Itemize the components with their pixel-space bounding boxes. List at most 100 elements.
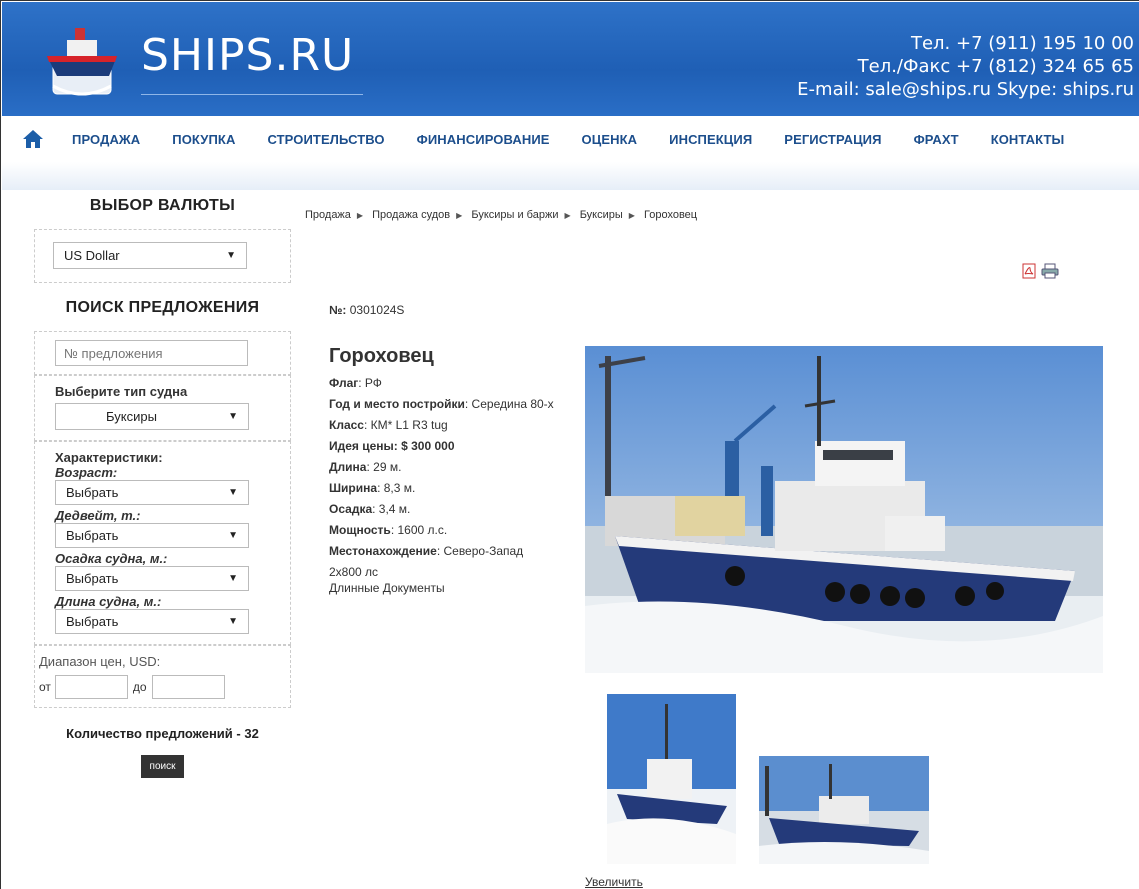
- spec-power-label: Мощность: [329, 523, 391, 537]
- sidebar: ВЫБОР ВАЛЮТЫ US Dollar ▼ ПОИСК ПРЕДЛОЖЕН…: [34, 197, 291, 778]
- spec-price-label: Идея цены: $ 300 000: [329, 439, 455, 453]
- nav-financing[interactable]: ФИНАНСИРОВАНИЕ: [417, 132, 550, 147]
- chevron-down-icon: ▼: [228, 530, 238, 541]
- currency-box: US Dollar ▼: [34, 229, 291, 283]
- length-select[interactable]: Выбрать ▼: [55, 609, 249, 634]
- spec-draft-value: : 3,4 м.: [372, 502, 411, 516]
- draft-label: Осадка судна, м.:: [55, 551, 168, 566]
- contacts-block: Тел. +7 (911) 195 10 00 Тел./Факс +7 (81…: [797, 32, 1134, 101]
- ship-type-box: Выберите тип судна Буксиры ▼: [34, 375, 291, 441]
- spec-length-label: Длина: [329, 460, 367, 474]
- nav-valuation[interactable]: ОЦЕНКА: [582, 132, 638, 147]
- logo-text[interactable]: SHIPS.RU: [141, 30, 354, 81]
- spec-length-value: : 29 м.: [366, 460, 402, 474]
- offer-count: Количество предложений - 32: [66, 726, 259, 741]
- spec-flag-label: Флаг: [329, 376, 359, 390]
- offer-number-input[interactable]: [55, 340, 248, 366]
- length-label: Длина судна, м.:: [55, 594, 162, 609]
- spec-price: Идея цены: $ 300 000: [329, 438, 561, 454]
- deadweight-value: Выбрать: [66, 528, 119, 543]
- zoom-link[interactable]: Увеличить: [585, 875, 643, 889]
- breadcrumb-tugs[interactable]: Буксиры: [580, 209, 623, 221]
- spec-width-value: : 8,3 м.: [377, 481, 416, 495]
- characteristics-label: Характеристики:: [55, 450, 163, 465]
- spec-class-label: Класс: [329, 418, 364, 432]
- breadcrumb-separator-icon: ▶: [564, 211, 571, 220]
- currency-select[interactable]: US Dollar ▼: [53, 242, 247, 269]
- spec-draft: Осадка: 3,4 м.: [329, 501, 561, 517]
- spec-built-value: : Середина 80-х: [464, 397, 554, 411]
- spec-docs: Длинные Документы: [329, 581, 445, 595]
- price-to-input[interactable]: [151, 675, 225, 699]
- spec-length: Длина: 29 м.: [329, 459, 561, 475]
- deadweight-select[interactable]: Выбрать ▼: [55, 523, 249, 548]
- chevron-down-icon: ▼: [228, 573, 238, 584]
- home-icon[interactable]: [22, 128, 44, 150]
- age-label: Возраст:: [55, 465, 118, 480]
- pdf-icon[interactable]: [1021, 263, 1037, 279]
- ship-logo-icon[interactable]: [39, 16, 125, 102]
- length-value: Выбрать: [66, 614, 119, 629]
- spec-built-label: Год и место постройки: [329, 397, 465, 411]
- deadweight-label: Дедвейт, т.:: [55, 508, 141, 523]
- doc-actions: [1021, 263, 1059, 279]
- characteristics-box: Характеристики: Возраст: Выбрать ▼ Дедве…: [34, 441, 291, 645]
- nav-sale[interactable]: ПРОДАЖА: [72, 132, 140, 147]
- price-from-input[interactable]: [54, 675, 128, 699]
- spec-class: Класс: КМ* L1 R3 tug: [329, 417, 561, 433]
- listing-number-label: №:: [329, 303, 347, 317]
- price-range-box: Диапазон цен, USD: от до: [34, 645, 291, 708]
- ship-type-value: Буксиры: [106, 409, 157, 424]
- spec-width: Ширина: 8,3 м.: [329, 480, 561, 496]
- main-nav: ПРОДАЖА ПОКУПКА СТРОИТЕЛЬСТВО ФИНАНСИРОВ…: [2, 116, 1139, 162]
- thumbnail-2[interactable]: [759, 756, 929, 864]
- fax-text: Тел./Факс +7 (812) 324 65 65: [857, 56, 1134, 77]
- age-value: Выбрать: [66, 485, 119, 500]
- breadcrumb-ship-sale[interactable]: Продажа судов: [372, 209, 450, 221]
- email-skype-text: E-mail: sale@ships.ru Skype: ships.ru: [797, 79, 1134, 100]
- nav-contacts[interactable]: КОНТАКТЫ: [991, 132, 1065, 147]
- breadcrumb-tugs-barges[interactable]: Буксиры и баржи: [471, 209, 558, 221]
- site-header: SHIPS.RU Тел. +7 (911) 195 10 00 Тел./Фа…: [2, 2, 1139, 116]
- nav-purchase[interactable]: ПОКУПКА: [172, 132, 235, 147]
- nav-registration[interactable]: РЕГИСТРАЦИЯ: [784, 132, 881, 147]
- main-ship-photo[interactable]: [585, 346, 1103, 673]
- spec-width-label: Ширина: [329, 481, 378, 495]
- breadcrumb-separator-icon: ▶: [356, 211, 364, 220]
- offer-number-box: [34, 331, 291, 375]
- chevron-down-icon: ▼: [226, 250, 236, 261]
- tugboat-thumb-2: [759, 756, 929, 864]
- draft-value: Выбрать: [66, 571, 119, 586]
- spec-flag: Флаг: РФ: [329, 375, 561, 391]
- nav-freight[interactable]: ФРАХТ: [914, 132, 959, 147]
- listing-number: №: 0301024S: [329, 303, 404, 317]
- print-icon[interactable]: [1041, 263, 1059, 279]
- chevron-down-icon: ▼: [228, 616, 238, 627]
- nav-inspection[interactable]: ИНСПЕКЦИЯ: [669, 132, 752, 147]
- spec-class-value: : КМ* L1 R3 tug: [363, 418, 448, 432]
- ship-type-label: Выберите тип судна: [55, 384, 188, 399]
- search-button[interactable]: поиск: [140, 755, 185, 778]
- breadcrumb-sale[interactable]: Продажа: [305, 209, 351, 221]
- spec-power-value: : 1600 л.с.: [390, 523, 448, 537]
- phone-text: Тел. +7 (911) 195 10 00: [910, 33, 1134, 54]
- breadcrumb: Продажа ▶ Продажа судов ▶ Буксиры и баржи ▶…: [305, 209, 697, 221]
- spec-engines: 2х800 лс: [329, 565, 379, 579]
- ship-type-select[interactable]: Буксиры ▼: [55, 403, 249, 430]
- search-title: ПОИСК ПРЕДЛОЖЕНИЯ: [65, 299, 260, 316]
- draft-select[interactable]: Выбрать ▼: [55, 566, 249, 591]
- spec-power: Мощность: 1600 л.с.: [329, 522, 561, 538]
- price-range-label: Диапазон цен, USD:: [39, 654, 161, 669]
- listing-specs: Флаг: РФ Год и место постройки: Середина…: [329, 375, 561, 601]
- spec-built: Год и место постройки: Середина 80-х: [329, 396, 561, 412]
- age-select[interactable]: Выбрать ▼: [55, 480, 249, 505]
- from-label: от: [39, 680, 51, 694]
- tugboat-thumb-1: [607, 694, 736, 864]
- breadcrumb-separator-icon: ▶: [456, 211, 463, 220]
- price-range-row: от до: [39, 675, 286, 699]
- nav-construction[interactable]: СТРОИТЕЛЬСТВО: [267, 132, 384, 147]
- spec-location-value: : Северо-Запад: [436, 544, 524, 558]
- breadcrumb-current: Гороховец: [644, 209, 698, 221]
- listing-number-value: 0301024S: [349, 303, 405, 317]
- thumbnail-1[interactable]: [607, 694, 736, 864]
